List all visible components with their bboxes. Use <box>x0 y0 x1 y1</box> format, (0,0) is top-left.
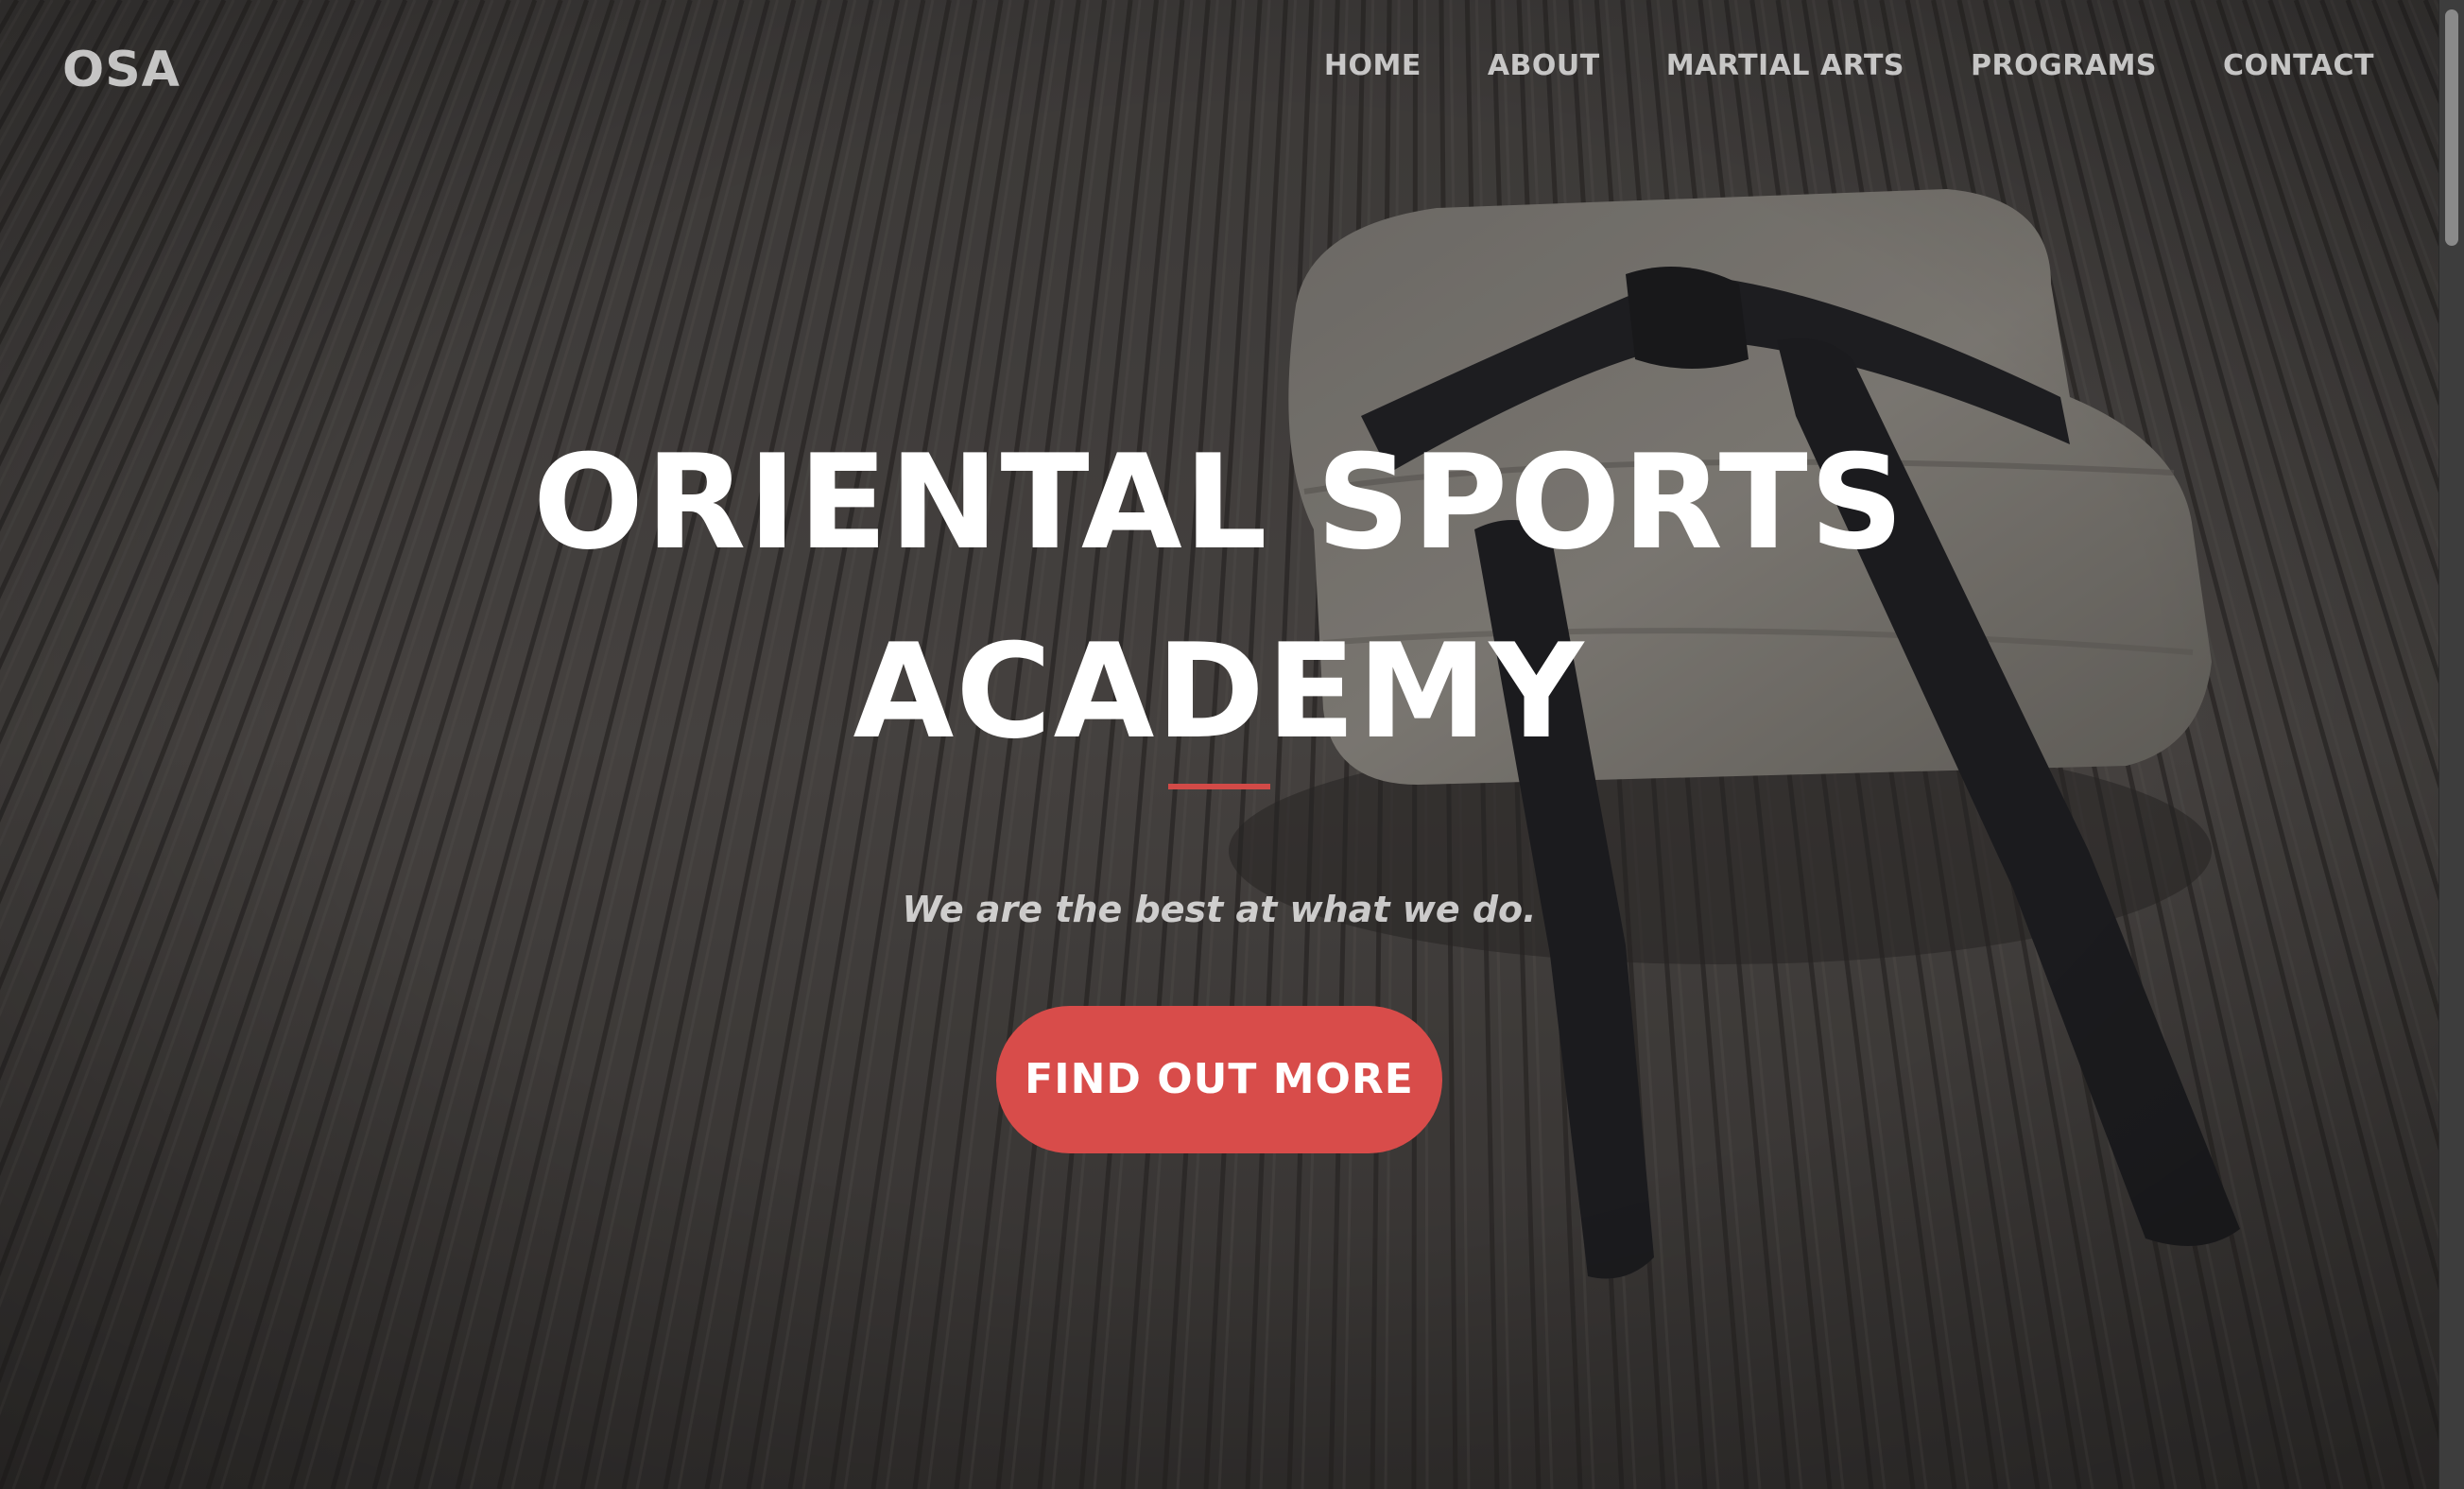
scrollbar-thumb[interactable] <box>2445 9 2458 246</box>
hero-divider <box>1168 784 1270 789</box>
find-out-more-button[interactable]: FIND OUT MORE <box>996 1006 1442 1153</box>
hero-title-line-2: ACADEMY <box>853 615 1586 768</box>
hero-title-line-1: ORIENTAL SPORTS <box>532 426 1906 579</box>
hero-title: ORIENTAL SPORTS ACADEMY <box>0 408 2438 787</box>
scrollbar-track[interactable] <box>2438 0 2464 1489</box>
hero-tagline: We are the best at what we do. <box>902 889 1537 930</box>
page: OSA HOME ABOUT MARTIAL ARTS PROGRAMS CON… <box>0 0 2464 1489</box>
hero-section: ORIENTAL SPORTS ACADEMY We are the best … <box>0 0 2438 1489</box>
